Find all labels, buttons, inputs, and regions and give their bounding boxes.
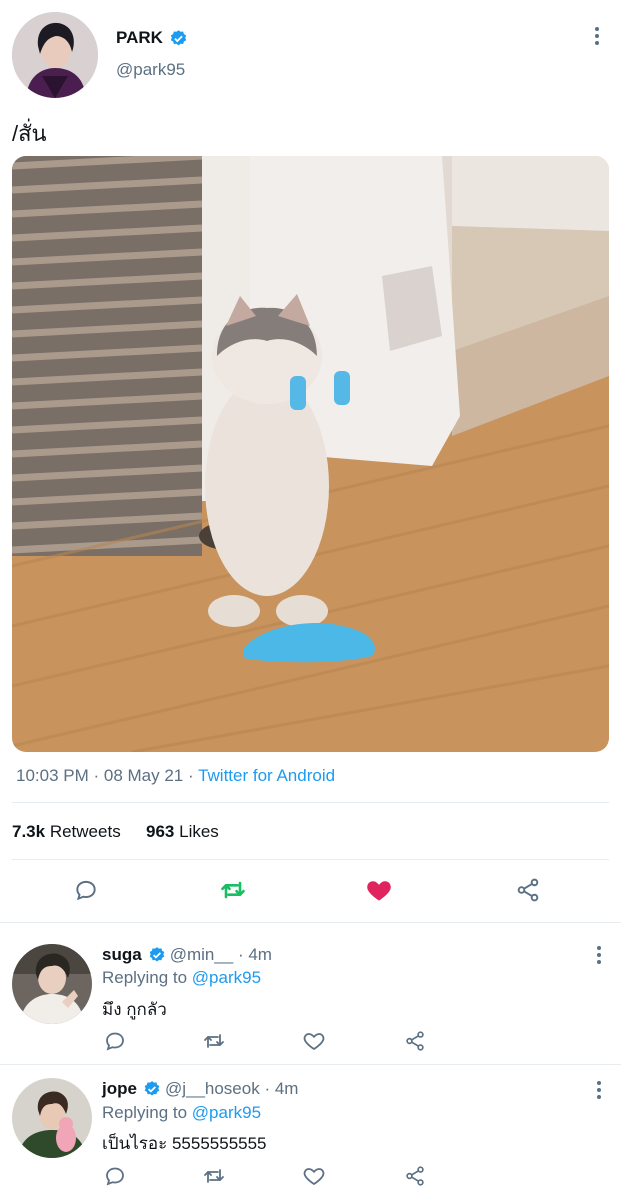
reply-avatar[interactable]: [12, 944, 92, 1024]
reply-text: มึง กูกลัว: [102, 1000, 167, 1019]
author-name[interactable]: PARK: [116, 28, 163, 48]
likes-label: Likes: [179, 822, 219, 841]
like-filled-icon: [367, 881, 391, 901]
replying-to-label: Replying to: [102, 1103, 192, 1122]
reply-share-button[interactable]: [400, 1161, 430, 1191]
more-options-icon[interactable]: [587, 24, 607, 48]
retweet-icon: [221, 881, 245, 899]
reply-icon: [76, 880, 96, 901]
share-icon: [406, 1031, 424, 1051]
replying-to-label: Replying to: [102, 968, 192, 987]
reply-author-name[interactable]: suga: [102, 945, 142, 965]
likes-stat[interactable]: 963 Likes: [146, 822, 219, 841]
tweet-image[interactable]: [12, 156, 609, 752]
divider: [12, 802, 609, 803]
reply-button[interactable]: [66, 870, 106, 910]
verified-badge-icon: [149, 947, 164, 962]
like-button[interactable]: [359, 870, 399, 910]
retweets-stat[interactable]: 7.3k Retweets: [12, 822, 121, 841]
share-icon: [517, 878, 539, 902]
tweet-timestamp: 10:03 PM · 08 May 21 ·: [16, 766, 199, 785]
reply-more-icon[interactable]: [589, 1078, 609, 1102]
reply-retweet-button[interactable]: [199, 1161, 229, 1191]
tweet-source-link[interactable]: Twitter for Android: [198, 766, 335, 785]
reply-reply-button[interactable]: [100, 1026, 130, 1056]
retweets-count: 7.3k: [12, 822, 46, 841]
reply-reply-button[interactable]: [100, 1161, 130, 1191]
like-icon: [303, 1033, 325, 1051]
reply-like-button[interactable]: [299, 1161, 329, 1191]
section-divider: [0, 922, 621, 923]
reply-icon: [106, 1167, 124, 1186]
share-button[interactable]: [508, 870, 548, 910]
reply-author-handle[interactable]: @j__hoseok · 4m: [165, 1079, 299, 1099]
reply-author-handle[interactable]: @min__ · 4m: [170, 945, 272, 965]
author-avatar[interactable]: [12, 12, 98, 98]
retweets-label: Retweets: [49, 822, 121, 841]
tweet-text: /สั่น: [12, 121, 47, 146]
retweet-button[interactable]: [213, 870, 253, 910]
share-icon: [406, 1166, 424, 1186]
like-icon: [303, 1168, 325, 1186]
verified-badge-icon: [170, 29, 187, 45]
author-handle[interactable]: @park95: [116, 60, 185, 80]
reply-icon: [106, 1032, 124, 1051]
reply-retweet-button[interactable]: [199, 1026, 229, 1056]
reply-avatar[interactable]: [12, 1078, 92, 1158]
retweet-icon: [204, 1034, 224, 1048]
retweet-icon: [204, 1169, 224, 1183]
replying-to-link[interactable]: @park95: [192, 968, 261, 987]
likes-count: 963: [146, 822, 175, 841]
verified-badge-icon: [144, 1081, 160, 1096]
reply-more-icon[interactable]: [589, 943, 609, 967]
replying-to-link[interactable]: @park95: [192, 1103, 261, 1122]
reply-text: เป็นไรอะ 5555555555: [102, 1134, 267, 1153]
section-divider: [0, 1064, 621, 1065]
reply-author-name[interactable]: jope: [102, 1079, 137, 1099]
reply-like-button[interactable]: [299, 1026, 329, 1056]
divider: [12, 859, 609, 860]
reply-share-button[interactable]: [400, 1026, 430, 1056]
